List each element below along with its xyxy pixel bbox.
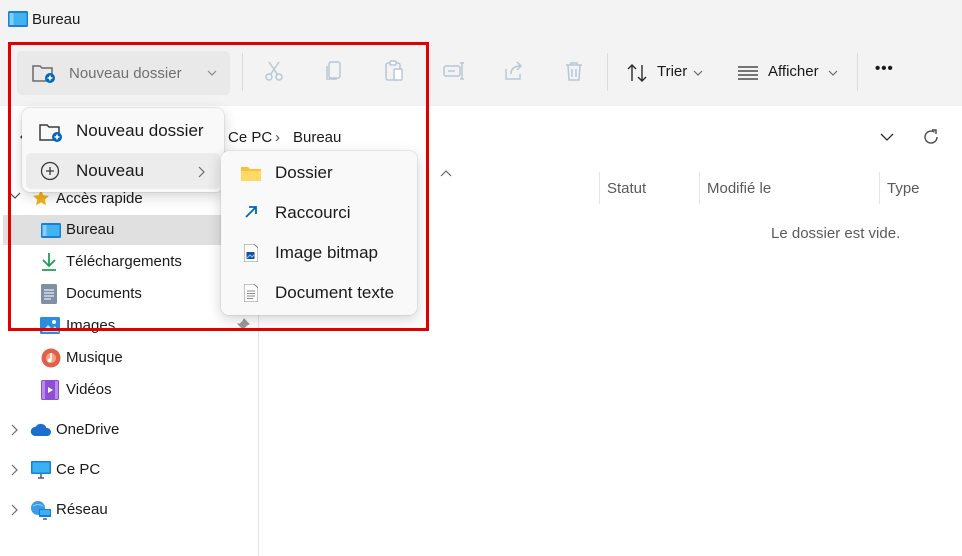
view-label: Afficher bbox=[768, 63, 819, 80]
chevron-down-icon[interactable] bbox=[880, 132, 894, 142]
highlight-box bbox=[8, 42, 429, 331]
window-title: Bureau bbox=[32, 11, 81, 28]
chevron-right-icon[interactable] bbox=[10, 424, 18, 436]
toolbar-divider bbox=[607, 53, 608, 91]
chevron-right-icon[interactable] bbox=[10, 464, 18, 476]
column-divider[interactable] bbox=[879, 172, 880, 204]
music-icon bbox=[41, 348, 61, 368]
videos-icon bbox=[41, 380, 59, 400]
sort-label: Trier bbox=[657, 63, 688, 80]
sidebar-item-label: Réseau bbox=[56, 501, 108, 518]
toolbar-divider bbox=[857, 53, 858, 91]
sort-ascending-icon[interactable] bbox=[440, 170, 452, 178]
desktop-folder-icon bbox=[8, 11, 28, 27]
sidebar-item-music[interactable]: Musique bbox=[0, 343, 248, 373]
column-header-modified[interactable]: Modifié le bbox=[707, 180, 771, 197]
chevron-down-icon bbox=[693, 69, 703, 77]
sort-button[interactable]: Trier bbox=[620, 51, 712, 95]
more-options-button[interactable]: ••• bbox=[875, 60, 894, 77]
empty-folder-message: Le dossier est vide. bbox=[771, 225, 901, 242]
sidebar-item-videos[interactable]: Vidéos bbox=[0, 375, 248, 405]
sidebar-item-label: Musique bbox=[66, 349, 123, 366]
column-header-status[interactable]: Statut bbox=[607, 180, 646, 197]
rename-icon[interactable] bbox=[442, 59, 468, 85]
network-icon bbox=[30, 500, 52, 520]
share-icon[interactable] bbox=[502, 59, 528, 85]
sidebar-item-label: Ce PC bbox=[56, 461, 101, 478]
sidebar-item-label: Vidéos bbox=[66, 381, 112, 398]
view-button[interactable]: Afficher bbox=[730, 51, 845, 95]
monitor-icon bbox=[31, 461, 51, 479]
view-list-icon bbox=[737, 65, 759, 81]
sidebar-item-label: OneDrive bbox=[56, 421, 120, 438]
column-divider[interactable] bbox=[699, 172, 700, 204]
sidebar-item-network[interactable]: Réseau bbox=[0, 495, 248, 525]
sidebar-item-this-pc[interactable]: Ce PC bbox=[0, 455, 248, 485]
sort-icon bbox=[626, 63, 648, 83]
refresh-icon[interactable] bbox=[922, 128, 940, 146]
column-header-type[interactable]: Type bbox=[887, 180, 920, 197]
title-bar: Bureau bbox=[0, 0, 962, 40]
chevron-down-icon bbox=[828, 69, 838, 77]
sidebar-item-onedrive[interactable]: OneDrive bbox=[0, 415, 248, 445]
column-divider[interactable] bbox=[599, 172, 600, 204]
cloud-icon bbox=[30, 423, 52, 437]
chevron-right-icon[interactable] bbox=[10, 504, 18, 516]
delete-icon[interactable] bbox=[562, 59, 588, 85]
